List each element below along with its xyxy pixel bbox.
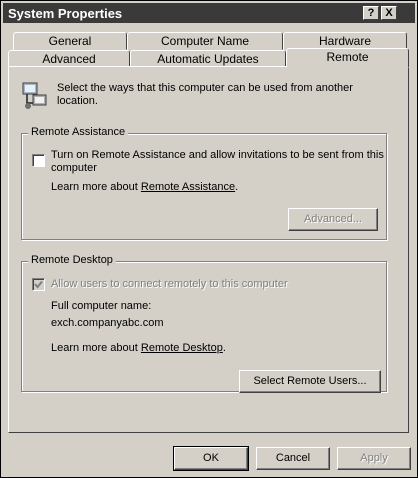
remote-assistance-label-line1[interactable]: Turn on Remote Assistance and allow invi… bbox=[51, 149, 384, 161]
select-remote-users-button[interactable]: Select Remote Users... bbox=[239, 370, 381, 393]
remote-assistance-label-line2[interactable]: computer bbox=[51, 162, 97, 174]
system-properties-window: System Properties ? X General Computer N… bbox=[0, 0, 418, 478]
cancel-button[interactable]: Cancel bbox=[256, 447, 330, 470]
computer-network-icon bbox=[21, 81, 49, 111]
remote-assistance-title: Remote Assistance bbox=[28, 126, 129, 138]
remote-desktop-learn-more: Learn more about Remote Desktop. bbox=[51, 342, 226, 354]
full-computer-name-label: Full computer name: bbox=[51, 300, 152, 312]
learn-more-suffix: . bbox=[235, 181, 239, 193]
remote-desktop-group: Remote Desktop Allow users to connect re… bbox=[21, 254, 387, 393]
learn-more-prefix: Learn more about bbox=[51, 342, 138, 354]
remote-tab-panel: Select the ways that this computer can b… bbox=[8, 66, 409, 433]
title-bar[interactable]: System Properties ? X bbox=[3, 3, 415, 23]
close-button[interactable]: X bbox=[381, 6, 397, 20]
tab-remote[interactable]: Remote bbox=[286, 48, 409, 68]
window-title: System Properties bbox=[8, 6, 123, 21]
intro-text-line1: Select the ways that this computer can b… bbox=[57, 82, 353, 94]
learn-more-suffix: . bbox=[222, 342, 226, 354]
intro-text-line2: location. bbox=[57, 95, 98, 107]
full-computer-name-value: exch.companyabc.com bbox=[51, 317, 164, 329]
remote-assistance-checkbox[interactable] bbox=[32, 154, 45, 167]
tab-general[interactable]: General bbox=[13, 32, 127, 50]
allow-remote-label[interactable]: Allow users to connect remotely to this … bbox=[51, 278, 288, 290]
allow-remote-checkbox[interactable] bbox=[32, 278, 45, 291]
remote-desktop-title: Remote Desktop bbox=[28, 254, 116, 266]
tab-computer-name[interactable]: Computer Name bbox=[127, 32, 283, 50]
help-button[interactable]: ? bbox=[363, 6, 379, 20]
ok-button[interactable]: OK bbox=[173, 446, 249, 471]
learn-more-prefix: Learn more about bbox=[51, 181, 138, 193]
apply-button[interactable]: Apply bbox=[337, 447, 411, 470]
advanced-button[interactable]: Advanced... bbox=[288, 208, 378, 231]
remote-desktop-link[interactable]: Remote Desktop bbox=[141, 342, 223, 354]
remote-assistance-learn-more: Learn more about Remote Assistance. bbox=[51, 181, 238, 193]
remote-assistance-link[interactable]: Remote Assistance bbox=[141, 181, 235, 193]
remote-assistance-group: Remote Assistance Turn on Remote Assista… bbox=[21, 126, 387, 240]
